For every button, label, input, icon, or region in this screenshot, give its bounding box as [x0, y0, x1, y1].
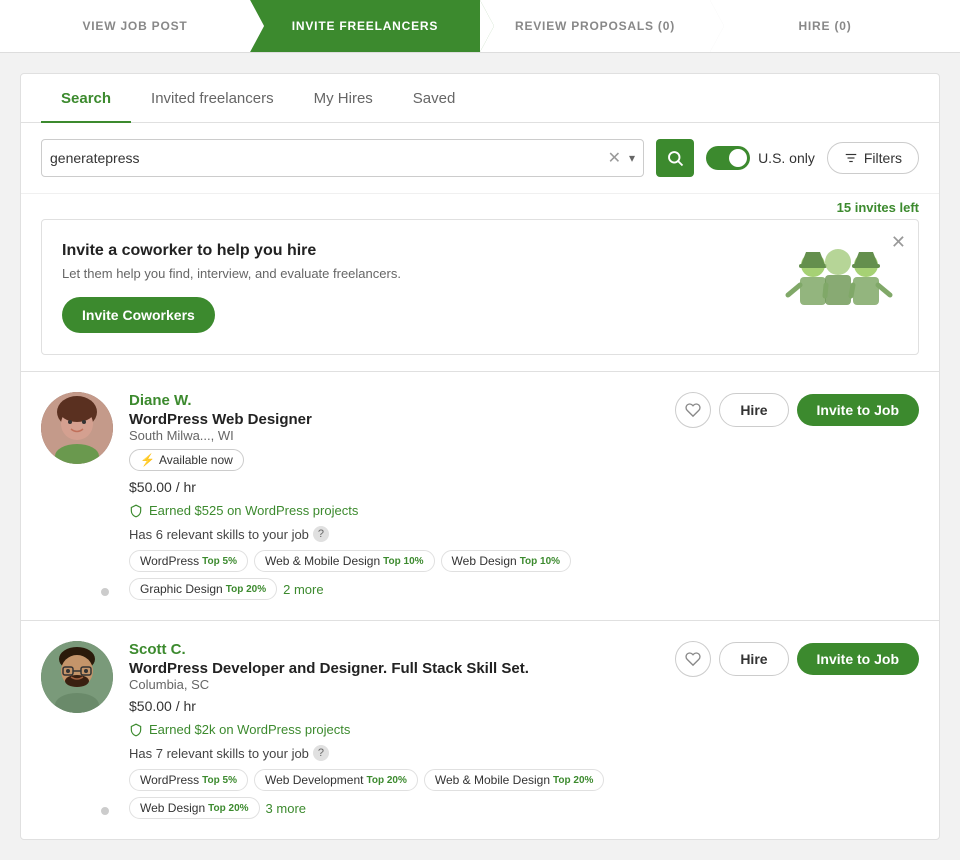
- freelancer-header-diane: Diane W. WordPress Web Designer South Mi…: [129, 392, 919, 600]
- card-actions-scott: Hire Invite to Job: [675, 641, 919, 677]
- tab-invited-freelancers[interactable]: Invited freelancers: [131, 74, 294, 123]
- search-row: ✕ ▾ U.S. only Filters: [21, 123, 939, 194]
- filters-button[interactable]: Filters: [827, 142, 919, 174]
- step-invite-freelancers[interactable]: Invite Freelancers: [250, 0, 480, 52]
- invites-label: invites left: [855, 200, 919, 215]
- coworker-banner-description: Let them help you find, interview, and e…: [62, 266, 401, 281]
- skill-tag: Web & Mobile Design Top 10%: [254, 550, 435, 572]
- skill-tag: Web & Mobile Design Top 20%: [424, 769, 605, 791]
- skill-badge: Top 5%: [202, 556, 237, 567]
- tab-search[interactable]: Search: [41, 74, 131, 123]
- clear-search-button[interactable]: ✕: [606, 148, 623, 168]
- earned-link-diane[interactable]: Earned $525 on WordPress projects: [129, 503, 675, 518]
- shield-icon-diane: [129, 504, 143, 518]
- steps-bar: View Job Post Invite Freelancers Review …: [0, 0, 960, 53]
- avatar-diane: [41, 392, 113, 464]
- earned-link-scott[interactable]: Earned $2k on WordPress projects: [129, 722, 675, 737]
- rate-diane: $50.00 / hr: [129, 479, 675, 495]
- dropdown-arrow-icon[interactable]: ▾: [629, 151, 635, 165]
- skill-tag: Web Design Top 10%: [441, 550, 572, 572]
- invites-count: 15: [837, 200, 851, 215]
- us-only-toggle[interactable]: [706, 146, 750, 170]
- freelancer-details-scott: Scott C. WordPress Developer and Designe…: [129, 641, 675, 819]
- freelancer-location-diane: South Milwa..., WI: [129, 428, 675, 443]
- filters-icon: [844, 151, 858, 165]
- invite-coworkers-button[interactable]: Invite Coworkers: [62, 297, 215, 333]
- freelancer-title-scott: WordPress Developer and Designer. Full S…: [129, 660, 675, 677]
- skill-badge: Top 10%: [383, 556, 423, 567]
- lightning-icon: ⚡: [140, 453, 155, 467]
- skill-badge: Top 10%: [520, 556, 560, 567]
- coworker-banner-title: Invite a coworker to help you hire: [62, 242, 401, 260]
- freelancer-title-diane: WordPress Web Designer: [129, 411, 675, 428]
- relevant-skills-scott: Has 7 relevant skills to your job ?: [129, 745, 675, 761]
- rate-scott: $50.00 / hr: [129, 698, 675, 714]
- search-input-icons: ✕ ▾: [606, 148, 635, 168]
- available-badge-diane: ⚡ Available now: [129, 449, 244, 471]
- coworker-banner-content: Invite a coworker to help you hire Let t…: [62, 242, 401, 333]
- heart-icon: [685, 651, 701, 667]
- freelancer-card: Diane W. WordPress Web Designer South Mi…: [21, 371, 939, 620]
- hire-button-diane[interactable]: Hire: [719, 393, 788, 427]
- skill-badge: Top 20%: [366, 775, 406, 786]
- online-dot-scott: [99, 805, 111, 817]
- more-skills-scott[interactable]: 3 more: [266, 801, 306, 816]
- freelancer-name-diane[interactable]: Diane W.: [129, 392, 675, 409]
- us-only-toggle-wrapper: U.S. only: [706, 146, 815, 170]
- save-button-scott[interactable]: [675, 641, 711, 677]
- avatar-wrapper-scott: [41, 641, 113, 819]
- us-only-label: U.S. only: [758, 150, 815, 166]
- search-icon: [666, 149, 684, 167]
- freelancer-header-scott: Scott C. WordPress Developer and Designe…: [129, 641, 919, 819]
- skill-tag: WordPress Top 5%: [129, 769, 248, 791]
- skill-tag: Graphic Design Top 20%: [129, 578, 277, 600]
- freelancer-name-scott[interactable]: Scott C.: [129, 641, 675, 658]
- skills-row-diane: WordPress Top 5% Web & Mobile Design Top…: [129, 550, 675, 600]
- skill-badge: Top 20%: [553, 775, 593, 786]
- skills-row-scott: WordPress Top 5% Web Development Top 20%…: [129, 769, 675, 819]
- step-review-proposals[interactable]: Review Proposals (0): [480, 0, 710, 52]
- skill-tag: WordPress Top 5%: [129, 550, 248, 572]
- skill-badge: Top 5%: [202, 775, 237, 786]
- skill-badge: Top 20%: [208, 803, 248, 814]
- freelancer-location-scott: Columbia, SC: [129, 677, 675, 692]
- tab-saved[interactable]: Saved: [393, 74, 476, 123]
- search-button[interactable]: [656, 139, 694, 177]
- invites-left-row: 15 invites left: [21, 194, 939, 219]
- help-icon-diane[interactable]: ?: [313, 526, 329, 542]
- invite-button-scott[interactable]: Invite to Job: [797, 643, 919, 675]
- freelancer-details-diane: Diane W. WordPress Web Designer South Mi…: [129, 392, 675, 600]
- save-button-diane[interactable]: [675, 392, 711, 428]
- search-input[interactable]: [50, 150, 606, 166]
- shield-icon-scott: [129, 723, 143, 737]
- skill-tag: Web Design Top 20%: [129, 797, 260, 819]
- tabs-row: Search Invited freelancers My Hires Save…: [21, 74, 939, 123]
- skill-tag: Web Development Top 20%: [254, 769, 418, 791]
- invite-button-diane[interactable]: Invite to Job: [797, 394, 919, 426]
- more-skills-diane[interactable]: 2 more: [283, 582, 323, 597]
- close-banner-button[interactable]: ✕: [891, 232, 906, 253]
- coworker-banner: Invite a coworker to help you hire Let t…: [41, 219, 919, 355]
- tab-my-hires[interactable]: My Hires: [294, 74, 393, 123]
- skill-badge: Top 20%: [226, 584, 266, 595]
- card-actions-diane: Hire Invite to Job: [675, 392, 919, 428]
- step-hire[interactable]: Hire (0): [710, 0, 960, 52]
- main-panel: Search Invited freelancers My Hires Save…: [20, 73, 940, 840]
- heart-icon: [685, 402, 701, 418]
- freelancer-info-scott: Scott C. WordPress Developer and Designe…: [129, 641, 919, 819]
- avatar-scott: [41, 641, 113, 713]
- online-dot-diane: [99, 586, 111, 598]
- search-input-wrapper: ✕ ▾: [41, 139, 644, 177]
- coworker-illustration: [778, 240, 898, 334]
- freelancer-card: Scott C. WordPress Developer and Designe…: [21, 620, 939, 839]
- freelancer-info-diane: Diane W. WordPress Web Designer South Mi…: [129, 392, 919, 600]
- hire-button-scott[interactable]: Hire: [719, 642, 788, 676]
- avatar-wrapper-diane: [41, 392, 113, 600]
- help-icon-scott[interactable]: ?: [313, 745, 329, 761]
- step-view-job-post[interactable]: View Job Post: [0, 0, 250, 52]
- relevant-skills-diane: Has 6 relevant skills to your job ?: [129, 526, 675, 542]
